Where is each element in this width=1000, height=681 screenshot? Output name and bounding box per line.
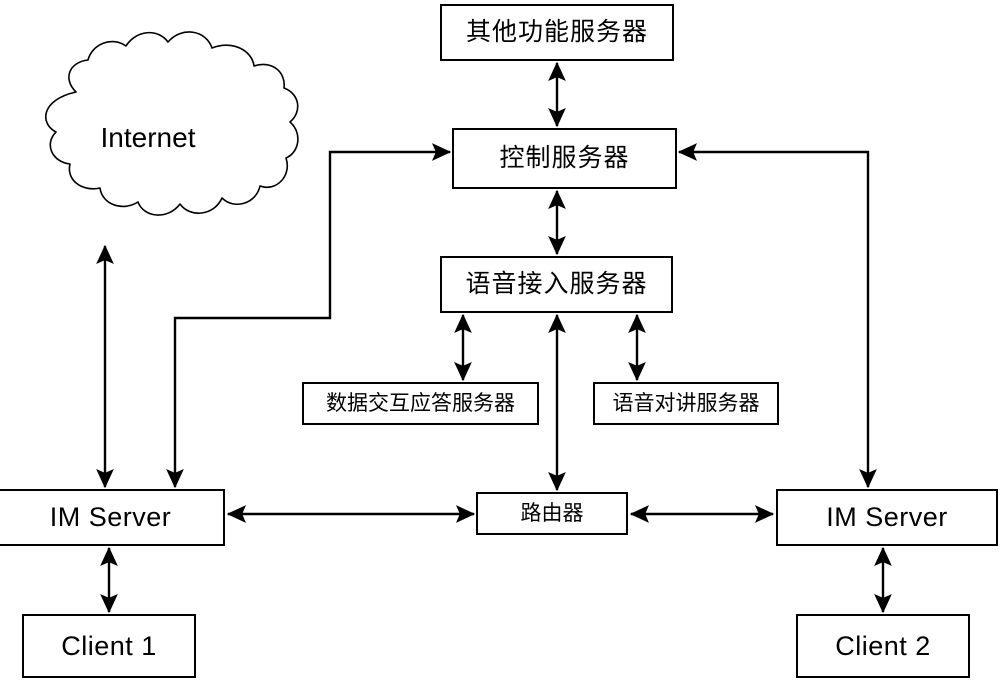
node-voice-intercom-server[interactable]: 语音对讲服务器 <box>593 382 779 425</box>
node-voice-intercom-server-label: 语音对讲服务器 <box>612 391 760 416</box>
node-im-server-2-label: IM Server <box>826 502 948 533</box>
node-im-server-2[interactable]: IM Server <box>776 489 998 546</box>
node-data-response-server[interactable]: 数据交互应答服务器 <box>302 382 539 425</box>
node-router[interactable]: 路由器 <box>476 492 628 535</box>
node-voice-access-server[interactable]: 语音接入服务器 <box>440 256 673 313</box>
node-data-response-server-label: 数据交互应答服务器 <box>326 391 515 416</box>
node-voice-access-server-label: 语音接入服务器 <box>465 269 648 299</box>
node-client-2-label: Client 2 <box>835 630 931 661</box>
node-router-label: 路由器 <box>520 501 584 526</box>
node-control-server[interactable]: 控制服务器 <box>452 128 677 189</box>
internet-cloud-label: Internet <box>100 122 196 153</box>
node-client-1-label: Client 1 <box>61 630 157 661</box>
wire-im-server-2-to-control <box>677 143 877 489</box>
connector-layer <box>45 31 892 614</box>
node-im-server-1[interactable]: IM Server <box>0 489 225 546</box>
node-client-2[interactable]: Client 2 <box>796 614 970 678</box>
node-im-server-1-label: IM Server <box>49 502 172 533</box>
node-other-function-server-label: 其他功能服务器 <box>465 17 648 47</box>
node-other-function-server[interactable]: 其他功能服务器 <box>440 4 674 61</box>
node-client-1[interactable]: Client 1 <box>22 614 196 678</box>
architecture-diagram: Internet 其他功能服务器 控制服务器 语音接入服务器 数据交互应答服务器… <box>0 0 1000 681</box>
node-control-server-label: 控制服务器 <box>499 143 630 173</box>
